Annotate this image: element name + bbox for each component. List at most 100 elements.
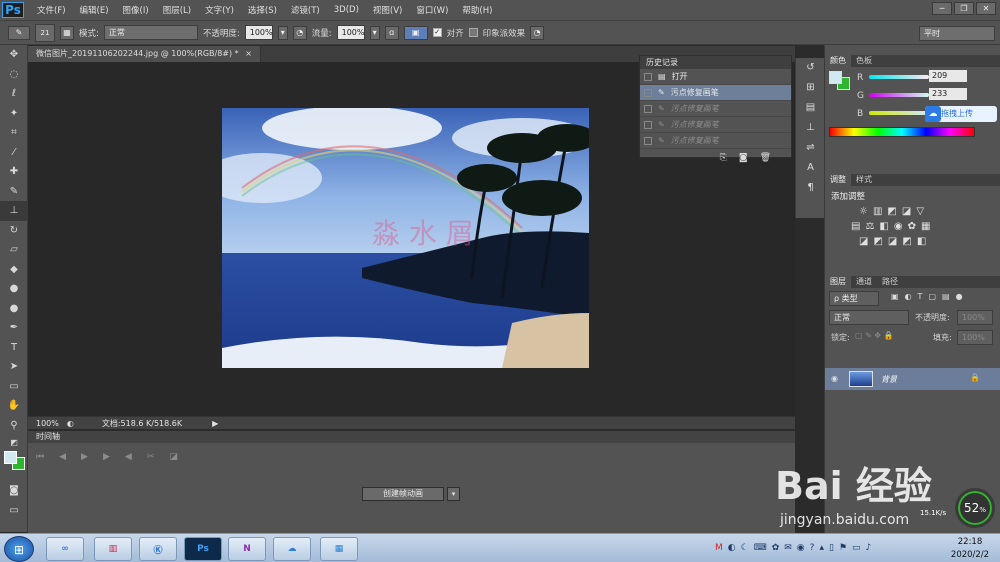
brush-size-picker[interactable]: 21 — [35, 23, 55, 42]
history-row[interactable]: ▤ 打开 — [640, 69, 791, 85]
history-row[interactable]: ✎ 污点修复画笔 — [640, 101, 791, 117]
fill-input[interactable]: 100% — [957, 330, 993, 345]
history-row[interactable]: ✎ 污点修复画笔 — [640, 85, 791, 101]
mode-select[interactable]: 正常 — [103, 25, 198, 40]
pressure-size-icon[interactable]: ◔ — [530, 25, 545, 40]
zoom-level[interactable]: 100% — [36, 419, 59, 428]
taskbar-onenote-icon[interactable]: N — [228, 537, 266, 561]
transition-icon[interactable]: ◪ — [169, 452, 178, 462]
menu-help[interactable]: 帮助(H) — [455, 4, 499, 16]
performance-widget[interactable]: 52% — [955, 488, 995, 528]
tray-speaker-icon[interactable]: ◐ — [728, 543, 736, 553]
filter-adjust-icon[interactable]: ◐ — [905, 292, 912, 301]
layer-filter-select[interactable]: ρ 类型 — [829, 291, 879, 306]
tab-layers[interactable]: 图层 — [825, 276, 851, 288]
paint-bucket-tool-icon[interactable]: ◆ — [0, 260, 28, 280]
zoom-tool-icon[interactable]: ⚲ — [0, 416, 28, 436]
split-icon[interactable]: ✂ — [147, 452, 155, 462]
workspace-select[interactable]: 平时 — [919, 26, 995, 41]
marquee-tool-icon[interactable]: ◌ — [0, 65, 28, 85]
clone-stamp-tool-icon[interactable]: ⊥ — [0, 201, 28, 221]
status-menu-arrow-icon[interactable]: ▶ — [212, 419, 218, 428]
filter-pixel-icon[interactable]: ▣ — [891, 292, 899, 301]
invert-icon[interactable]: ◪ — [859, 236, 868, 247]
taskbar-photoshop-icon[interactable]: Ps — [184, 537, 222, 561]
first-frame-icon[interactable]: ⏮ — [36, 452, 44, 462]
pressure-opacity-icon[interactable]: ◔ — [292, 25, 307, 40]
tray-moon-icon[interactable]: ☾ — [741, 543, 749, 553]
menu-select[interactable]: 选择(S) — [241, 4, 284, 16]
tray-monitor-icon[interactable]: ▭ — [852, 543, 861, 553]
tray-game-icon[interactable]: ◉ — [797, 543, 805, 553]
crop-tool-icon[interactable]: ⌗ — [0, 123, 28, 143]
taskbar-cloud-icon[interactable]: ☁ — [273, 537, 311, 561]
start-button[interactable]: ⊞ — [4, 536, 34, 562]
tray-keyboard-icon[interactable]: ⌨ — [754, 543, 767, 553]
filter-smart-icon[interactable]: ▤ — [942, 292, 950, 301]
hue-sat-icon[interactable]: ▤ — [851, 221, 860, 232]
document-close-icon[interactable]: × — [245, 49, 252, 58]
channel-g-value[interactable]: 233 — [929, 88, 967, 100]
taskbar-k-icon[interactable]: Ⓚ — [139, 537, 177, 561]
levels-icon[interactable]: ▥ — [873, 206, 882, 217]
tray-flag-icon[interactable]: ⚑ — [839, 543, 847, 553]
history-row[interactable]: ✎ 污点修复画笔 — [640, 117, 791, 133]
filter-shape-icon[interactable]: ▢ — [928, 292, 936, 301]
restore-button[interactable]: ❐ — [954, 2, 974, 15]
taskbar-app-icon[interactable]: ▦ — [320, 537, 358, 561]
blur-tool-icon[interactable]: ● — [0, 279, 28, 299]
next-frame-icon[interactable]: ▶ — [103, 452, 110, 462]
impressionist-checkbox[interactable] — [468, 28, 478, 37]
black-white-icon[interactable]: ◧ — [879, 221, 888, 232]
menu-filter[interactable]: 滤镜(T) — [284, 4, 327, 16]
document-image[interactable]: 淼 水 屑 — [222, 108, 589, 368]
history-dock-icon[interactable]: ↺ — [796, 58, 825, 78]
status-info-icon[interactable]: ◐ — [67, 419, 74, 428]
taskbar-baidu-cloud-icon[interactable]: ∞ — [46, 537, 84, 561]
clock[interactable]: 22:18 2020/2/2 — [950, 537, 990, 560]
channel-r-value[interactable]: 209 — [929, 70, 967, 82]
play-icon[interactable]: ▶ — [81, 452, 88, 462]
new-document-from-state-icon[interactable]: ⎘ — [720, 153, 727, 163]
tool-preset-icon[interactable]: ✎ — [8, 25, 30, 40]
channel-g-slider[interactable] — [869, 93, 929, 97]
trash-icon[interactable]: 🗑 — [760, 153, 771, 163]
rectangle-tool-icon[interactable]: ▭ — [0, 377, 28, 397]
history-brush-tool-icon[interactable]: ↻ — [0, 221, 28, 241]
threshold-icon[interactable]: ◪ — [888, 236, 897, 247]
layer-opacity-input[interactable]: 100% — [957, 310, 993, 325]
tray-help-icon[interactable]: ? — [810, 543, 815, 553]
paragraph-dock-icon[interactable]: ¶ — [796, 178, 825, 198]
tray-device-icon[interactable]: ▯ — [829, 543, 834, 553]
prev-frame-icon[interactable]: ◀ — [59, 452, 66, 462]
selective-color-icon[interactable]: ◧ — [917, 236, 926, 247]
menu-window[interactable]: 窗口(W) — [409, 4, 455, 16]
channel-b-slider[interactable] — [869, 111, 929, 115]
gradient-map-icon[interactable]: ◩ — [902, 236, 911, 247]
curves-icon[interactable]: ◩ — [887, 206, 896, 217]
brush-dock-icon[interactable]: ⇌ — [796, 138, 825, 158]
posterize-icon[interactable]: ◩ — [873, 236, 882, 247]
quick-mask-icon[interactable]: ◙ — [0, 481, 28, 501]
document-tab[interactable]: 微信图片_20191106202244.jpg @ 100%(RGB/8#) *… — [28, 46, 261, 62]
filter-type-icon[interactable]: T — [918, 292, 923, 301]
dodge-tool-icon[interactable]: ● — [0, 299, 28, 319]
audio-icon[interactable]: ◀ — [125, 452, 132, 462]
color-lookup-icon[interactable]: ▦ — [921, 221, 930, 232]
color-balance-icon[interactable]: ⚖ — [865, 221, 874, 232]
tab-history[interactable]: 历史记录 — [646, 56, 678, 69]
blend-mode-select[interactable]: 正常 — [829, 310, 909, 325]
close-button[interactable]: ✕ — [976, 2, 996, 15]
menu-view[interactable]: 视图(V) — [366, 4, 409, 16]
tray-volume-icon[interactable]: ♪ — [866, 543, 872, 553]
screen-mode-icon[interactable]: ▭ — [0, 501, 28, 521]
character-dock-icon[interactable]: A — [796, 158, 825, 178]
snapshot-icon[interactable]: ◙ — [739, 153, 748, 163]
eyedropper-tool-icon[interactable]: ⁄ — [0, 143, 28, 163]
flow-input[interactable]: 100% — [336, 25, 365, 40]
menu-layer[interactable]: 图层(L) — [156, 4, 198, 16]
airbrush-icon[interactable]: ɑ — [384, 25, 399, 40]
align-checkbox[interactable]: ✓ — [432, 28, 442, 37]
taskbar-winrar-icon[interactable]: ▥ — [94, 537, 132, 561]
tab-swatches[interactable]: 色板 — [851, 55, 877, 67]
